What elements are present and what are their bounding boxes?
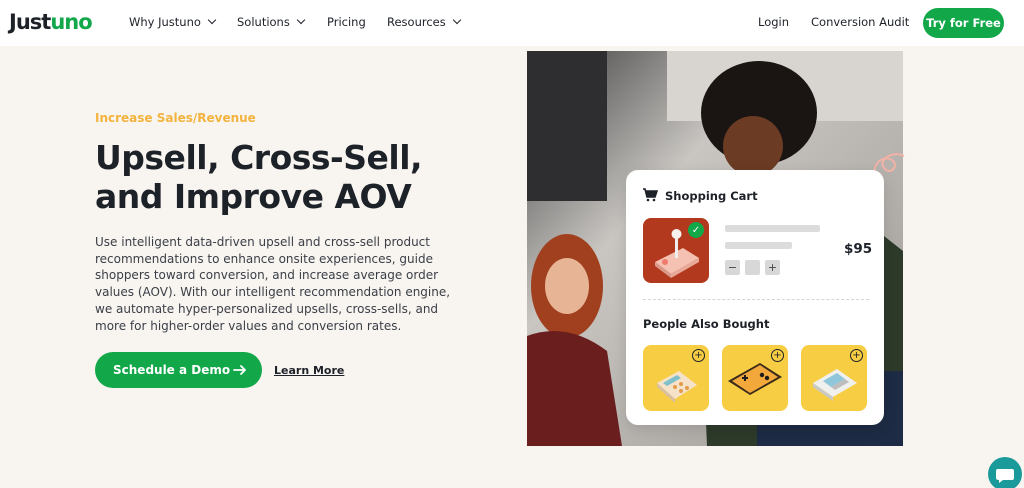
arrow-right-icon [233,365,246,375]
logo-text-just: Just [9,10,51,34]
product-detail-placeholder [725,242,792,249]
nav-resources-label: Resources [387,15,446,29]
shopping-cart-icon [643,188,658,202]
recommended-item-controller[interactable]: + [722,345,788,411]
quantity-increase-button[interactable]: + [765,260,780,275]
add-item-icon[interactable]: + [850,349,863,362]
justuno-logo[interactable]: Justuno [9,10,93,34]
quantity-value [745,260,760,275]
cart-title: Shopping Cart [665,189,758,203]
chevron-down-icon [296,15,306,25]
chat-bubble-icon [996,469,1014,483]
recommended-item-floppy[interactable]: + [801,345,867,411]
nav-resources[interactable]: Resources [387,15,461,29]
top-nav: Justuno Why Justuno Solutions Pricing Re… [0,0,1024,46]
nav-pricing[interactable]: Pricing [327,15,366,29]
chevron-down-icon [207,15,217,25]
schedule-demo-button[interactable]: Schedule a Demo [95,352,262,388]
nav-audit-label: Conversion Audit [811,15,910,29]
product-name-placeholder [725,225,820,232]
recommended-item-calculator[interactable]: + [643,345,709,411]
nav-login[interactable]: Login [758,15,789,29]
nav-pricing-label: Pricing [327,15,366,29]
learn-more-link[interactable]: Learn More [274,364,344,377]
hero-headline: Upsell, Cross-Sell, and Improve AOV [95,138,423,216]
nav-conversion-audit[interactable]: Conversion Audit [811,15,909,29]
nav-solutions[interactable]: Solutions [237,15,306,29]
nav-solutions-label: Solutions [237,15,290,29]
nav-login-label: Login [758,15,790,29]
product-price: $95 [844,241,873,257]
cart-divider [643,299,869,300]
quantity-decrease-button[interactable]: − [725,260,740,275]
shopping-cart-card: Shopping Cart ✓ − + $95 People Also Boug… [626,170,884,425]
nav-why-label: Why Justuno [129,15,201,29]
add-item-icon[interactable]: + [771,349,784,362]
schedule-demo-label: Schedule a Demo [113,363,231,377]
hero-eyebrow: Increase Sales/Revenue [95,111,256,125]
add-item-icon[interactable]: + [692,349,705,362]
hero-description: Use intelligent data-driven upsell and c… [95,235,451,333]
logo-text-uno: uno [50,10,92,34]
try-for-free-button[interactable]: Try for Free [923,8,1004,38]
people-also-bought-heading: People Also Bought [643,317,770,331]
nav-why-justuno[interactable]: Why Justuno [129,15,217,29]
check-icon: ✓ [688,222,704,238]
chevron-down-icon [452,15,461,25]
chat-icon[interactable] [988,457,1022,488]
